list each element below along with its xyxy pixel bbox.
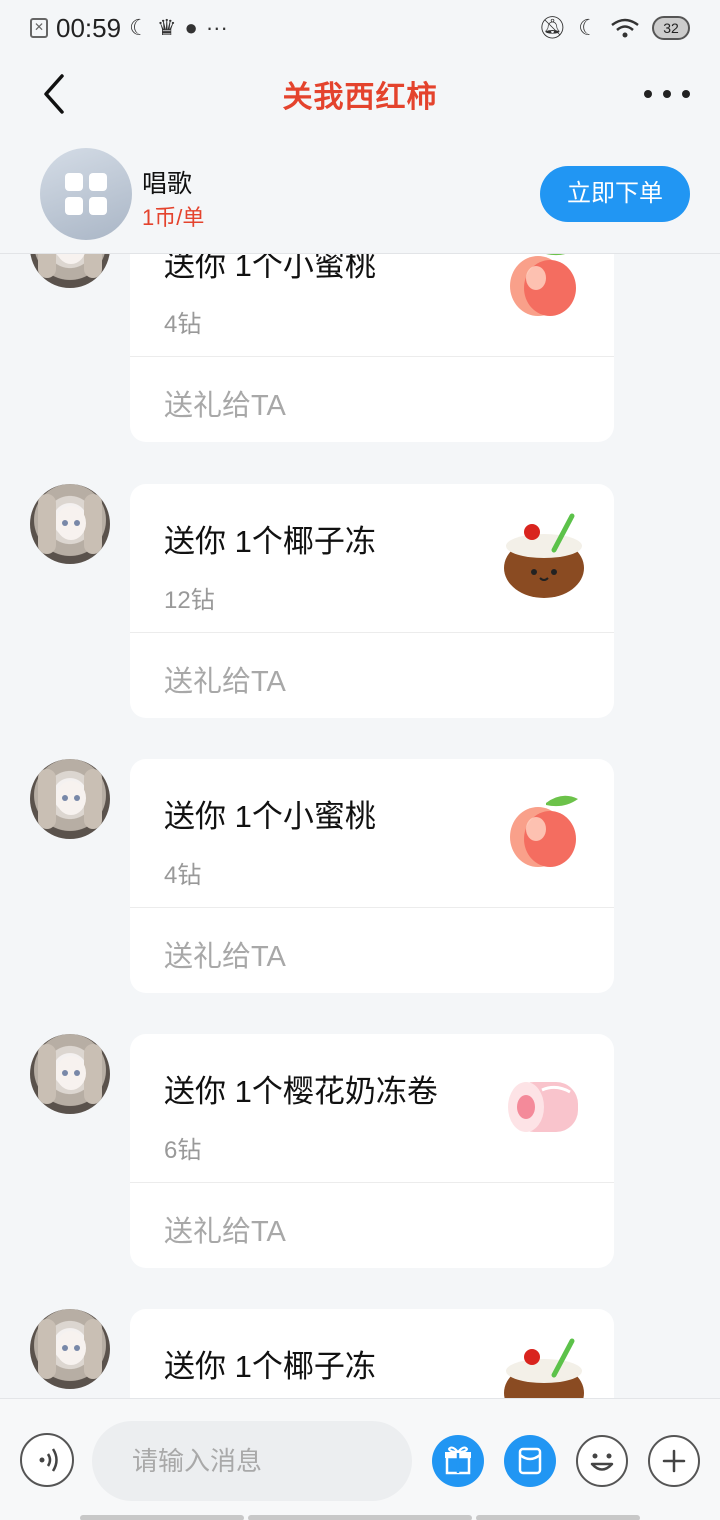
service-price: 1币/单 bbox=[142, 205, 205, 230]
send-gift-button[interactable]: 送礼给TA bbox=[164, 382, 286, 424]
gift-card: 送你 1个小蜜桃 4钻 送礼给TA bbox=[130, 759, 614, 993]
moon-icon: ☾ bbox=[129, 15, 149, 40]
coconut-icon bbox=[504, 513, 584, 598]
service-header: 唱歌 1币/单 立即下单 bbox=[0, 132, 720, 254]
more-actions-button[interactable] bbox=[648, 1435, 700, 1487]
avatar[interactable] bbox=[30, 254, 110, 288]
more-status-icon: ··· bbox=[205, 15, 228, 40]
clock: 00:59 bbox=[56, 12, 122, 43]
gift-cost: 12钻 bbox=[164, 587, 215, 614]
send-gift-button[interactable]: 送礼给TA bbox=[164, 933, 286, 975]
chat-area[interactable]: 送你 1个小蜜桃 4钻 送礼给TA 送你 1个椰子冻 12钻 送礼给TA 送你 … bbox=[0, 254, 720, 1398]
gift-card: 送你 1个樱花奶冻卷 6钻 送礼给TA bbox=[130, 1034, 614, 1268]
divider bbox=[130, 356, 614, 357]
peach-icon bbox=[510, 254, 576, 316]
gift-title: 送你 1个小蜜桃 bbox=[164, 254, 376, 283]
sound-wave-icon bbox=[39, 1448, 58, 1472]
page-title: 关我西红柿 bbox=[282, 81, 438, 114]
more-options-button[interactable] bbox=[644, 76, 690, 112]
coconut-icon bbox=[504, 1338, 584, 1398]
dot-icon bbox=[663, 90, 671, 98]
notification-icon: ✕ bbox=[30, 18, 48, 38]
moon-icon: ☾ bbox=[578, 15, 598, 40]
grid-cell-icon bbox=[65, 173, 83, 191]
status-bar: ✕ 00:59 ☾ ♛ ● ··· 🔕︎ ☾ 32 bbox=[0, 0, 720, 56]
back-button[interactable] bbox=[36, 70, 76, 118]
gift-cost: 4钻 bbox=[164, 311, 202, 338]
gift-button[interactable] bbox=[432, 1435, 484, 1487]
emoji-button[interactable] bbox=[576, 1435, 628, 1487]
status-right: 🔕︎ ☾ 32 bbox=[538, 16, 690, 40]
peach-icon bbox=[510, 795, 578, 867]
message-row: 送你 1个椰子冻 bbox=[0, 1309, 720, 1398]
avatar[interactable] bbox=[30, 1034, 110, 1114]
message-row: 送你 1个樱花奶冻卷 6钻 送礼给TA bbox=[0, 1034, 720, 1294]
planet-icon: ● bbox=[184, 15, 198, 40]
gift-cost: 4钻 bbox=[164, 862, 202, 889]
nav-indicator bbox=[80, 1515, 244, 1520]
grid-cell-icon bbox=[89, 173, 107, 191]
divider bbox=[130, 632, 614, 633]
chevron-left-icon bbox=[44, 74, 64, 114]
avatar[interactable] bbox=[30, 1309, 110, 1389]
message-row: 送你 1个椰子冻 12钻 送礼给TA bbox=[0, 484, 720, 744]
sakura-roll-icon bbox=[508, 1082, 578, 1132]
gift-card: 送你 1个小蜜桃 4钻 送礼给TA bbox=[130, 254, 614, 442]
message-row: 送你 1个小蜜桃 4钻 送礼给TA bbox=[0, 254, 720, 468]
gift-title: 送你 1个椰子冻 bbox=[164, 1349, 376, 1384]
bell-off-icon: 🔕︎ bbox=[538, 15, 567, 40]
send-gift-button[interactable]: 送礼给TA bbox=[164, 658, 286, 700]
title-bar: 关我西红柿 bbox=[0, 56, 720, 132]
send-gift-button[interactable]: 送礼给TA bbox=[164, 1208, 286, 1250]
grid-cell-icon bbox=[89, 197, 107, 215]
battery-indicator: 32 bbox=[652, 16, 690, 40]
gift-title: 送你 1个小蜜桃 bbox=[164, 799, 376, 834]
smiley-icon bbox=[590, 1453, 614, 1471]
wifi-icon bbox=[611, 18, 639, 38]
gift-card: 送你 1个椰子冻 12钻 送礼给TA bbox=[130, 484, 614, 718]
plus-icon bbox=[662, 1449, 686, 1473]
crown-icon: ♛ bbox=[156, 15, 177, 40]
gift-icon bbox=[445, 1446, 471, 1475]
message-row: 送你 1个小蜜桃 4钻 送礼给TA bbox=[0, 759, 720, 1019]
nav-indicator bbox=[248, 1515, 472, 1520]
voice-input-button[interactable] bbox=[20, 1433, 74, 1487]
input-bar bbox=[0, 1398, 720, 1520]
dot-icon bbox=[682, 90, 690, 98]
gift-card: 送你 1个椰子冻 bbox=[130, 1309, 614, 1398]
avatar[interactable] bbox=[30, 759, 110, 839]
red-packet-button[interactable] bbox=[504, 1435, 556, 1487]
nav-indicator bbox=[476, 1515, 640, 1520]
divider bbox=[130, 1182, 614, 1183]
service-avatar[interactable] bbox=[40, 148, 132, 240]
envelope-icon bbox=[518, 1447, 542, 1475]
divider bbox=[130, 907, 614, 908]
gift-cost: 6钻 bbox=[164, 1137, 202, 1164]
message-input[interactable] bbox=[92, 1421, 412, 1501]
order-now-button[interactable]: 立即下单 bbox=[540, 166, 690, 222]
dot-icon bbox=[644, 90, 652, 98]
gift-title: 送你 1个樱花奶冻卷 bbox=[164, 1074, 438, 1109]
avatar[interactable] bbox=[30, 484, 110, 564]
gift-title: 送你 1个椰子冻 bbox=[164, 524, 376, 559]
status-left: ✕ 00:59 ☾ ♛ ● ··· bbox=[30, 13, 228, 44]
service-name: 唱歌 bbox=[142, 170, 193, 198]
grid-cell-icon bbox=[65, 197, 83, 215]
